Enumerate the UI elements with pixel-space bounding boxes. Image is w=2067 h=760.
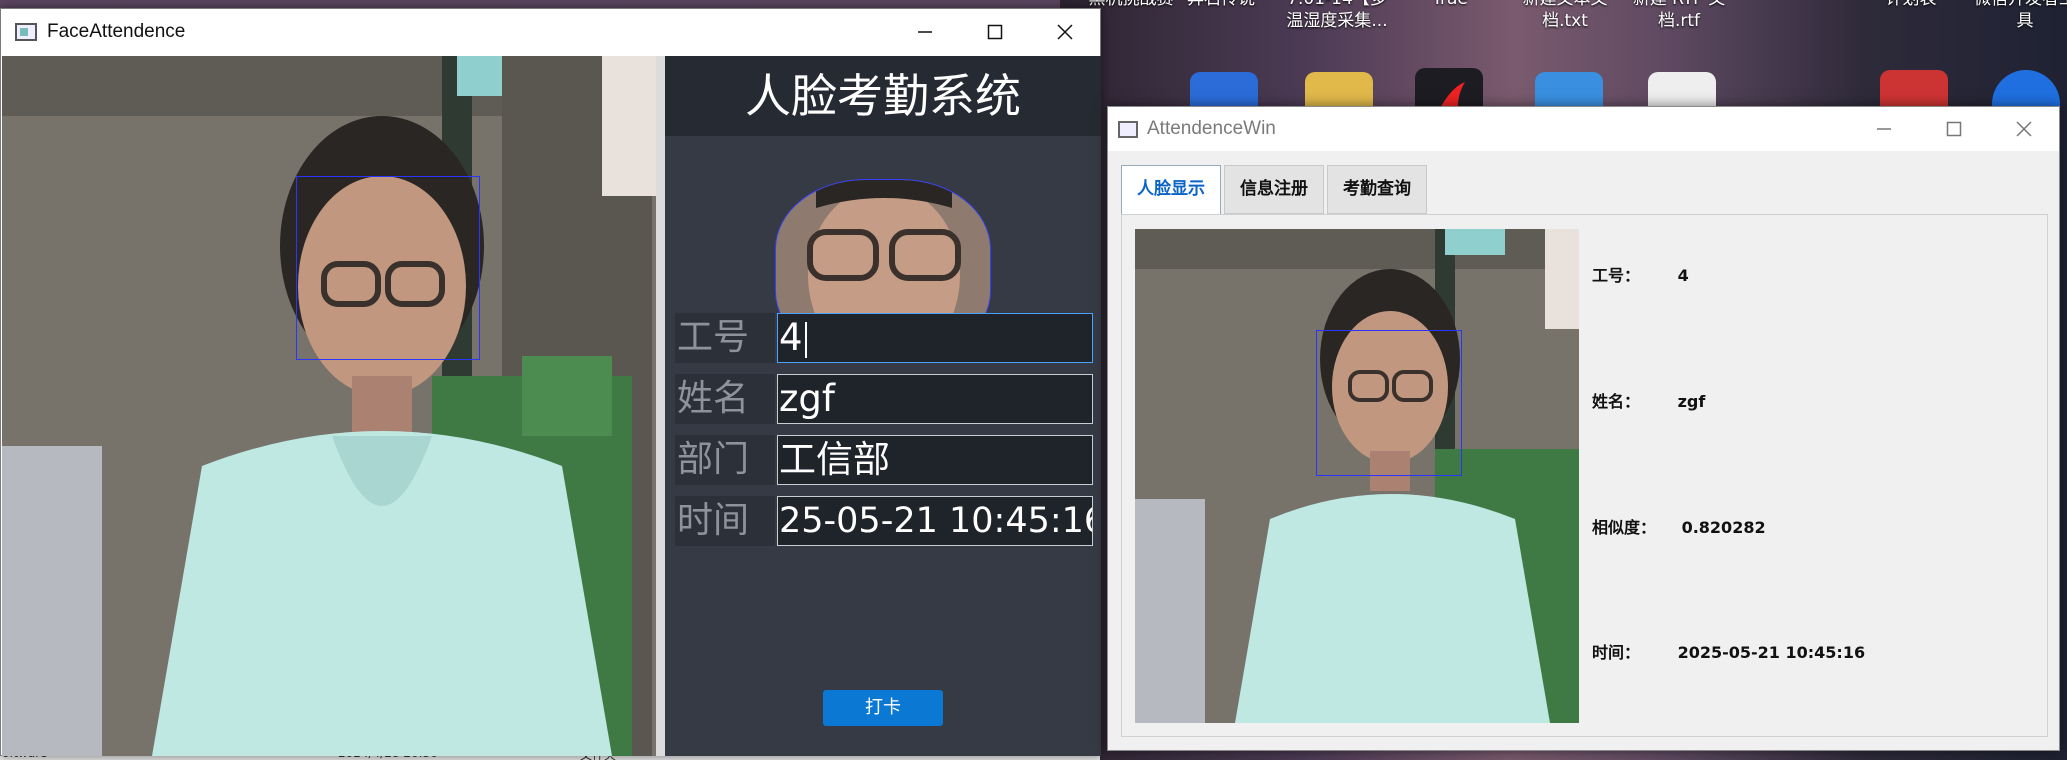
system-title: 人脸考勤系统 xyxy=(665,56,1101,136)
info-name-value: zgf xyxy=(1677,392,1706,411)
tab-face-display[interactable]: 人脸显示 xyxy=(1121,165,1221,216)
time-field[interactable]: 25-05-21 10:45:16 xyxy=(777,496,1093,546)
title-bar[interactable]: FaceAttendence xyxy=(1,9,1100,55)
info-name: 姓名： zgf xyxy=(1592,388,1705,412)
close-icon xyxy=(1057,24,1073,40)
tab-bar: 人脸显示 信息注册 考勤查询 xyxy=(1121,165,1430,216)
camera-scene xyxy=(1135,229,1579,723)
info-employee-id-key: 工号： xyxy=(1592,266,1641,285)
title-bar[interactable]: AttendenceWin xyxy=(1108,107,2059,151)
minimize-button[interactable] xyxy=(1849,107,1919,151)
minimize-button[interactable] xyxy=(890,9,960,55)
tab-attendance-query[interactable]: 考勤查询 xyxy=(1327,165,1427,214)
attendance-panel: 人脸考勤系统 工号 4 姓名 zgf 部门 工信部 时间 25-05-21 10… xyxy=(665,56,1101,756)
info-name-key: 姓名： xyxy=(1592,392,1641,411)
info-employee-id: 工号： 4 xyxy=(1592,262,1689,286)
name-field[interactable]: zgf xyxy=(777,374,1093,424)
info-time-key: 时间： xyxy=(1592,643,1641,662)
tab-info-register[interactable]: 信息注册 xyxy=(1224,165,1324,214)
name-label: 姓名 xyxy=(675,374,775,424)
punch-in-button[interactable]: 打卡 xyxy=(823,690,943,726)
department-field[interactable]: 工信部 xyxy=(777,435,1093,485)
maximize-icon xyxy=(1946,121,1962,137)
name-row: 姓名 zgf xyxy=(675,374,1093,424)
info-similarity-key: 相似度： xyxy=(1592,518,1657,537)
info-time-value: 2025-05-21 10:45:16 xyxy=(1677,643,1866,662)
face-detection-box xyxy=(1316,330,1462,476)
desktop-icon-label[interactable]: 微信开发者工 具 xyxy=(1950,0,2067,32)
minimize-icon xyxy=(918,31,932,33)
info-employee-id-value: 4 xyxy=(1677,266,1689,285)
splitter[interactable] xyxy=(656,56,665,756)
close-icon xyxy=(2016,121,2032,137)
camera-scene xyxy=(2,56,656,756)
face-display-pane: 工号： 4 姓名： zgf 相似度： 0.820282 时间： 2025-05-… xyxy=(1121,214,2048,737)
employee-id-label: 工号 xyxy=(675,313,775,363)
time-row: 时间 25-05-21 10:45:16 xyxy=(675,496,1093,546)
face-attendance-window: FaceAttendence 人脸考勤系统 工号 4 姓名 zgf 部门 工信部… xyxy=(0,8,1101,756)
app-icon xyxy=(15,23,37,41)
time-label: 时间 xyxy=(675,496,775,546)
info-similarity-value: 0.820282 xyxy=(1681,518,1766,537)
close-button[interactable] xyxy=(1030,9,1100,55)
attendance-window: AttendenceWin 人脸显示 信息注册 考勤查询 工号： 4 姓名： z… xyxy=(1107,106,2060,751)
window-title: FaceAttendence xyxy=(47,21,186,42)
face-detection-box xyxy=(296,176,480,360)
department-label: 部门 xyxy=(675,435,775,485)
desktop-icon-label[interactable]: 新建 RTF 文 档.rtf xyxy=(1604,0,1754,32)
employee-id-row: 工号 4 xyxy=(675,313,1093,363)
window-title: AttendenceWin xyxy=(1147,118,1276,139)
close-button[interactable] xyxy=(1989,107,2059,151)
info-time: 时间： 2025-05-21 10:45:16 xyxy=(1592,639,1865,663)
app-icon xyxy=(1118,120,1138,138)
info-similarity: 相似度： 0.820282 xyxy=(1592,514,1766,538)
employee-id-field[interactable]: 4 xyxy=(777,313,1093,363)
maximize-button[interactable] xyxy=(1919,107,1989,151)
department-row: 部门 工信部 xyxy=(675,435,1093,485)
maximize-icon xyxy=(987,24,1003,40)
minimize-icon xyxy=(1877,128,1891,130)
maximize-button[interactable] xyxy=(960,9,1030,55)
camera-feed xyxy=(1135,229,1579,723)
camera-feed xyxy=(2,56,656,756)
